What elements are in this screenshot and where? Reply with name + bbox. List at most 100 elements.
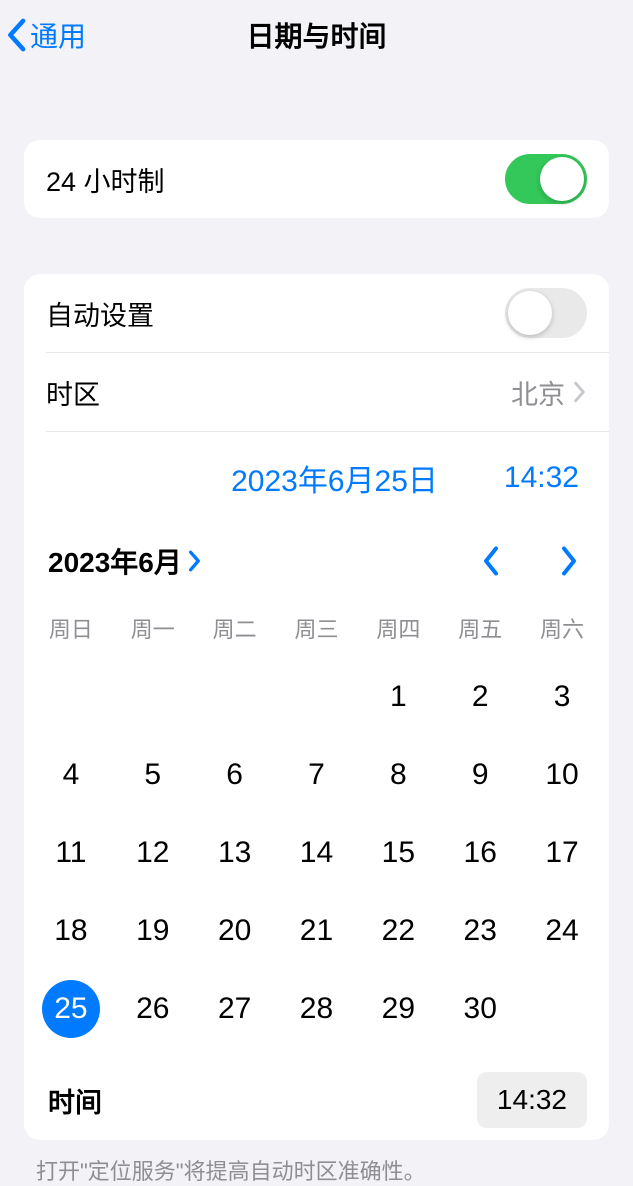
calendar-day-cell[interactable]: 17 xyxy=(521,814,603,892)
calendar-blank-cell xyxy=(276,658,358,736)
page-title: 日期与时间 xyxy=(246,15,386,55)
back-button-label: 通用 xyxy=(30,15,86,55)
calendar-day-cell[interactable]: 2 xyxy=(439,658,521,736)
calendar-day-number: 12 xyxy=(124,824,182,882)
month-select-button[interactable]: 2023年6月 xyxy=(48,541,202,581)
date-time-section: 自动设置 时区 北京 2023年6月25日 14:32 2023年6月 xyxy=(24,274,609,1140)
calendar-day-number: 28 xyxy=(287,980,345,1038)
calendar-day-number: 16 xyxy=(451,824,509,882)
calendar-day-number: 5 xyxy=(124,746,182,804)
calendar-day-cell[interactable]: 15 xyxy=(357,814,439,892)
timezone-row[interactable]: 时区 北京 xyxy=(24,353,609,431)
calendar-day-cell[interactable]: 3 xyxy=(521,658,603,736)
calendar-day-cell[interactable]: 29 xyxy=(357,970,439,1048)
weekday-label: 周日 xyxy=(30,604,112,652)
calendar-day-cell[interactable]: 11 xyxy=(30,814,112,892)
calendar-day-cell[interactable]: 18 xyxy=(30,892,112,970)
calendar-day-cell[interactable]: 26 xyxy=(112,970,194,1048)
toggle-knob xyxy=(508,291,552,335)
calendar-day-cell[interactable]: 14 xyxy=(276,814,358,892)
chevron-left-icon xyxy=(6,18,26,52)
calendar-blank-cell xyxy=(112,658,194,736)
calendar-day-number: 7 xyxy=(287,746,345,804)
current-date-value[interactable]: 2023年6月25日 xyxy=(231,456,438,500)
back-button[interactable]: 通用 xyxy=(6,15,86,55)
time-picker-button[interactable]: 14:32 xyxy=(477,1072,587,1128)
calendar-day-number: 26 xyxy=(124,980,182,1038)
calendar-day-cell[interactable]: 20 xyxy=(194,892,276,970)
nav-bar: 通用 日期与时间 xyxy=(0,0,633,70)
calendar-day-number: 25 xyxy=(42,980,100,1038)
calendar-day-number: 2 xyxy=(451,668,509,726)
calendar-day-number: 30 xyxy=(451,980,509,1038)
weekday-label: 周一 xyxy=(112,604,194,652)
calendar-day-cell[interactable]: 30 xyxy=(439,970,521,1048)
calendar-day-cell[interactable]: 7 xyxy=(276,736,358,814)
twenty-four-hour-row: 24 小时制 xyxy=(24,140,609,218)
calendar-day-number: 13 xyxy=(206,824,264,882)
timezone-value: 北京 xyxy=(511,373,565,412)
calendar-day-number: 27 xyxy=(206,980,264,1038)
calendar-day-cell[interactable]: 25 xyxy=(30,970,112,1048)
calendar-day-cell[interactable]: 10 xyxy=(521,736,603,814)
calendar-day-number: 24 xyxy=(533,902,591,960)
auto-set-label: 自动设置 xyxy=(46,294,154,333)
prev-month-button[interactable] xyxy=(475,546,507,576)
toggle-knob xyxy=(540,157,584,201)
calendar-day-cell[interactable]: 13 xyxy=(194,814,276,892)
twenty-four-hour-section: 24 小时制 xyxy=(24,140,609,218)
calendar-day-number: 11 xyxy=(42,824,100,882)
calendar-day-cell[interactable]: 22 xyxy=(357,892,439,970)
calendar-blank-cell xyxy=(194,658,276,736)
calendar-day-cell[interactable]: 27 xyxy=(194,970,276,1048)
current-date-time-row: 2023年6月25日 14:32 xyxy=(24,432,609,524)
weekday-label: 周二 xyxy=(194,604,276,652)
weekday-label: 周五 xyxy=(439,604,521,652)
calendar-day-number: 10 xyxy=(533,746,591,804)
next-month-button[interactable] xyxy=(553,546,585,576)
month-header-row: 2023年6月 xyxy=(24,524,609,598)
chevron-right-icon xyxy=(188,550,202,572)
calendar-day-cell[interactable]: 4 xyxy=(30,736,112,814)
calendar-day-cell[interactable]: 12 xyxy=(112,814,194,892)
footer-note: 打开"定位服务"将提高自动时区准确性。 xyxy=(0,1140,633,1186)
calendar-day-number: 3 xyxy=(533,668,591,726)
calendar-day-number: 19 xyxy=(124,902,182,960)
calendar-day-number: 15 xyxy=(369,824,427,882)
calendar-day-cell[interactable]: 23 xyxy=(439,892,521,970)
calendar-day-cell[interactable]: 24 xyxy=(521,892,603,970)
calendar-day-cell[interactable]: 28 xyxy=(276,970,358,1048)
weekday-label: 周四 xyxy=(357,604,439,652)
calendar-day-cell[interactable]: 9 xyxy=(439,736,521,814)
weekday-header: 周日周一周二周三周四周五周六 xyxy=(24,598,609,652)
calendar-day-cell[interactable]: 5 xyxy=(112,736,194,814)
calendar-day-number: 23 xyxy=(451,902,509,960)
calendar-day-cell[interactable]: 1 xyxy=(357,658,439,736)
calendar-day-number: 9 xyxy=(451,746,509,804)
calendar-day-number: 20 xyxy=(206,902,264,960)
auto-set-row: 自动设置 xyxy=(24,274,609,352)
time-row-label: 时间 xyxy=(48,1081,102,1120)
current-time-value[interactable]: 14:32 xyxy=(504,461,579,495)
twenty-four-hour-label: 24 小时制 xyxy=(46,160,165,199)
twenty-four-hour-toggle[interactable] xyxy=(505,154,587,204)
chevron-right-icon xyxy=(573,381,587,403)
weekday-label: 周六 xyxy=(521,604,603,652)
calendar-grid: 1234567891011121314151617181920212223242… xyxy=(24,652,609,1060)
calendar-day-number: 1 xyxy=(369,668,427,726)
calendar-day-number: 8 xyxy=(369,746,427,804)
timezone-label: 时区 xyxy=(46,373,100,412)
calendar-day-cell[interactable]: 6 xyxy=(194,736,276,814)
auto-set-toggle[interactable] xyxy=(505,288,587,338)
calendar-day-number: 22 xyxy=(369,902,427,960)
month-label: 2023年6月 xyxy=(48,541,182,581)
calendar-day-number: 18 xyxy=(42,902,100,960)
calendar-day-number: 21 xyxy=(287,902,345,960)
weekday-label: 周三 xyxy=(276,604,358,652)
calendar-day-cell[interactable]: 8 xyxy=(357,736,439,814)
calendar-day-cell[interactable]: 16 xyxy=(439,814,521,892)
timezone-value-container: 北京 xyxy=(511,373,587,412)
calendar-blank-cell xyxy=(30,658,112,736)
calendar-day-cell[interactable]: 19 xyxy=(112,892,194,970)
calendar-day-cell[interactable]: 21 xyxy=(276,892,358,970)
